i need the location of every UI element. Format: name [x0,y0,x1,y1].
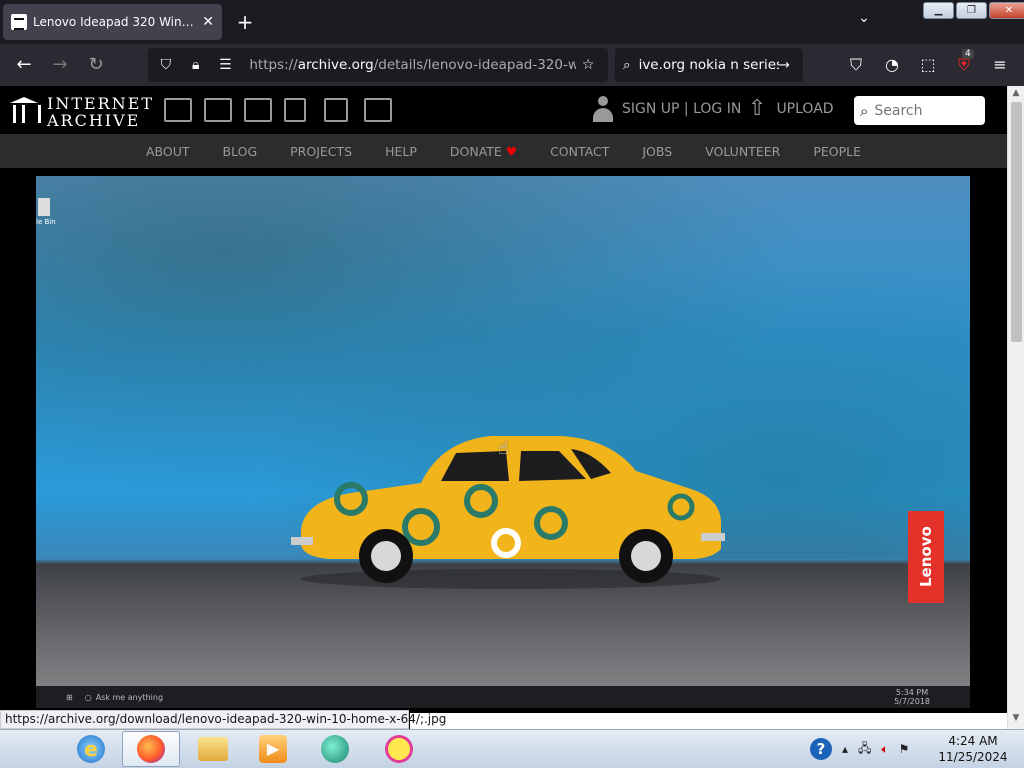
nav-blog[interactable]: BLOG [223,144,258,159]
sign-in-link[interactable]: SIGN UP | LOG IN [592,96,741,122]
page-bottom-strip [410,713,1007,729]
search-icon: ⌕ [623,57,631,73]
taskbar-ie[interactable]: e [62,731,120,767]
hand-cursor-icon: ☝ [498,438,509,459]
inner-search-text: Ask me anything [95,692,164,702]
item-image-viewer[interactable]: le Bin Lenovo ☝ ⊞ ○ Ask me anything 5:34… [0,168,1007,713]
minimize-button[interactable]: ▁ [923,2,954,19]
reload-button[interactable]: ↻ [82,52,110,78]
url-text[interactable]: https://archive.org/details/lenovo-ideap… [249,57,576,73]
internet-explorer-icon: e [77,735,105,763]
logo-line2: ARCHIVE [47,111,141,130]
maximize-button[interactable]: ❐ [956,2,987,19]
url-bar[interactable]: ⛉ 🔒︎ ☰ https://archive.org/details/lenov… [148,48,608,82]
inner-cortana-icon: ○ [84,692,92,702]
search-bar-text[interactable]: ive.org nokia n series [639,57,779,73]
clock-date: 11/25/2024 [938,750,1008,764]
nav-help[interactable]: HELP [385,144,417,159]
green-app-icon [321,735,349,763]
heart-icon: ♥ [505,143,518,159]
audio-speaker-icon[interactable] [284,98,306,122]
menu-hamburger-icon[interactable]: ≡ [988,53,1012,77]
smiley-app-icon [385,735,413,763]
scroll-up-icon[interactable]: ▲ [1008,88,1024,102]
nav-projects[interactable]: PROJECTS [290,144,352,159]
item-photo[interactable]: le Bin Lenovo ☝ ⊞ ○ Ask me anything 5:34… [36,176,970,708]
taskbar-clock[interactable]: 4:24 AM 11/25/2024 [936,733,1010,765]
show-hidden-icons-icon[interactable]: ▴ [842,742,848,756]
search-bar[interactable]: ⌕ ive.org nokia n series → [615,48,803,82]
browser-tab[interactable]: Lenovo Ideapad 320 Win 10 Home x 64 ✕ [3,4,222,40]
ia-search-input[interactable] [874,102,969,119]
back-button[interactable]: ← [10,52,38,78]
list-tabs-chevron-icon[interactable]: ⌄ [852,10,876,34]
nav-jobs[interactable]: JOBS [642,144,672,159]
user-icon [592,96,614,122]
folder-icon [198,737,228,761]
upload-label[interactable]: UPLOAD [776,101,833,117]
yellow-car-image [291,436,725,589]
window-close-button[interactable]: ✕ [989,2,1024,19]
page-scrollbar[interactable]: ▲ ▼ [1007,86,1024,729]
start-button[interactable] [4,731,52,767]
system-tray: ? ▴ 🖧︎ 🔈︎ ⚑ [810,731,909,767]
images-icon[interactable] [364,98,392,122]
ia-nav-bar: ABOUT BLOG PROJECTS HELP DONATE ♥ CONTACT… [0,134,1007,168]
media-player-icon: ▶ [259,735,287,763]
window-controls: ▁ ❐ ✕ [923,2,1024,20]
navigation-toolbar: ← → ↻ ⛉ 🔒︎ ☰ https://archive.org/details… [0,44,1024,86]
archive-building-icon [10,97,41,127]
nav-volunteer[interactable]: VOLUNTEER [705,144,780,159]
signin-label[interactable]: SIGN UP | LOG IN [622,101,741,117]
logo-line1: INTERNET [47,94,155,113]
nav-about[interactable]: ABOUT [146,144,190,159]
inner-windows-taskbar: ⊞ ○ Ask me anything 5:34 PM 5/7/2018 [36,686,970,708]
pocket-icon[interactable]: ⛉ [844,53,868,77]
inner-time: 5:34 PM [895,688,929,697]
nav-donate[interactable]: DONATE ♥ [450,144,517,159]
taskbar-app-green[interactable] [306,731,364,767]
inner-date: 5/7/2018 [894,697,930,706]
close-tab-icon[interactable]: ✕ [202,14,214,30]
ia-logo[interactable]: INTERNET ARCHIVE [10,95,154,129]
lenovo-logo: Lenovo [908,511,944,603]
status-link-tooltip: https://archive.org/download/lenovo-idea… [0,710,446,729]
lock-icon[interactable]: 🔒︎ [184,57,208,73]
taskbar-firefox[interactable] [122,731,180,767]
upload-link[interactable]: ⇧ UPLOAD [748,96,834,121]
tab-title: Lenovo Ideapad 320 Win 10 Home x 64 [33,15,196,29]
search-icon: ⌕ [860,101,869,120]
web-icon[interactable] [164,98,192,122]
volume-muted-icon[interactable]: 🔈︎ [881,742,888,757]
archive-favicon-icon [11,14,27,30]
nav-contact[interactable]: CONTACT [550,144,609,159]
sync-icon[interactable]: ◔ [880,53,904,77]
taskbar-media-player[interactable]: ▶ [244,731,302,767]
taskbar-explorer[interactable] [184,731,242,767]
firefox-icon [137,735,165,763]
nav-people[interactable]: PEOPLE [813,144,861,159]
extensions-icon[interactable]: ⬚ [916,53,940,77]
recycle-bin-icon: le Bin [36,198,58,232]
scroll-thumb[interactable] [1011,102,1022,342]
help-icon[interactable]: ? [810,738,832,760]
shield-icon[interactable]: ⛉ [154,57,178,73]
new-tab-button[interactable]: + [232,9,258,35]
network-icon[interactable]: 🖧︎ [858,739,871,760]
taskbar-app-face[interactable] [370,731,428,767]
texts-book-icon[interactable] [204,98,232,122]
upload-arrow-icon: ⇧ [748,96,767,121]
scroll-down-icon[interactable]: ▼ [1008,713,1024,727]
ia-search-box[interactable]: ⌕ [854,96,985,125]
action-center-flag-icon[interactable]: ⚑ [899,742,910,756]
forward-button[interactable]: → [46,52,74,78]
permissions-icon[interactable]: ☰ [214,57,238,73]
bookmark-star-icon[interactable]: ☆ [576,57,600,73]
inner-start-icon: ⊞ [66,692,73,702]
clock-time: 4:24 AM [948,734,998,748]
extension-badge: 4 [962,49,974,59]
video-film-icon[interactable] [244,98,272,122]
go-arrow-icon[interactable]: → [779,57,790,73]
software-floppy-icon[interactable] [324,98,348,122]
